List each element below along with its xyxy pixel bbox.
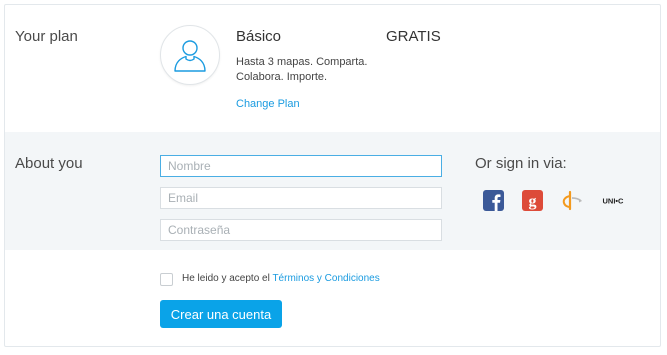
- svg-text:UNI•C: UNI•C: [603, 196, 625, 205]
- svg-text:g: g: [528, 193, 536, 210]
- plan-name: Básico: [236, 28, 282, 45]
- openid-button[interactable]: [562, 189, 584, 211]
- user-icon: [174, 40, 206, 72]
- google-plus-icon: g: [521, 189, 543, 211]
- plan-section-title: Your plan: [15, 28, 78, 45]
- google-plus-button[interactable]: g: [521, 189, 543, 211]
- about-section: About you Or sign in via: g: [5, 132, 660, 250]
- signup-card: Your plan Básico GRATIS Hasta 3 mapas. C…: [4, 4, 661, 347]
- email-field[interactable]: [160, 187, 442, 209]
- about-section-title: About you: [15, 155, 83, 172]
- unic-button[interactable]: UNI•C: [599, 189, 627, 211]
- terms-link[interactable]: Términos y Condiciones: [272, 273, 379, 284]
- password-field[interactable]: [160, 219, 442, 241]
- signin-label: Or sign in via:: [475, 155, 567, 172]
- avatar: [160, 25, 220, 85]
- terms-prefix: He leido y acepto el: [182, 273, 270, 284]
- facebook-icon: [482, 189, 504, 211]
- openid-icon: [562, 190, 582, 210]
- unic-icon: UNI•C: [603, 196, 625, 205]
- plan-price: GRATIS: [386, 28, 441, 45]
- terms-text: He leido y acepto el Términos y Condicio…: [182, 273, 380, 284]
- terms-checkbox[interactable]: [160, 273, 173, 286]
- plan-description: Hasta 3 mapas. Comparta. Colabora. Impor…: [236, 56, 368, 83]
- facebook-button[interactable]: [482, 189, 504, 211]
- change-plan-link[interactable]: Change Plan: [236, 98, 300, 110]
- create-account-button[interactable]: Crear una cuenta: [160, 300, 282, 328]
- name-field[interactable]: [160, 155, 442, 177]
